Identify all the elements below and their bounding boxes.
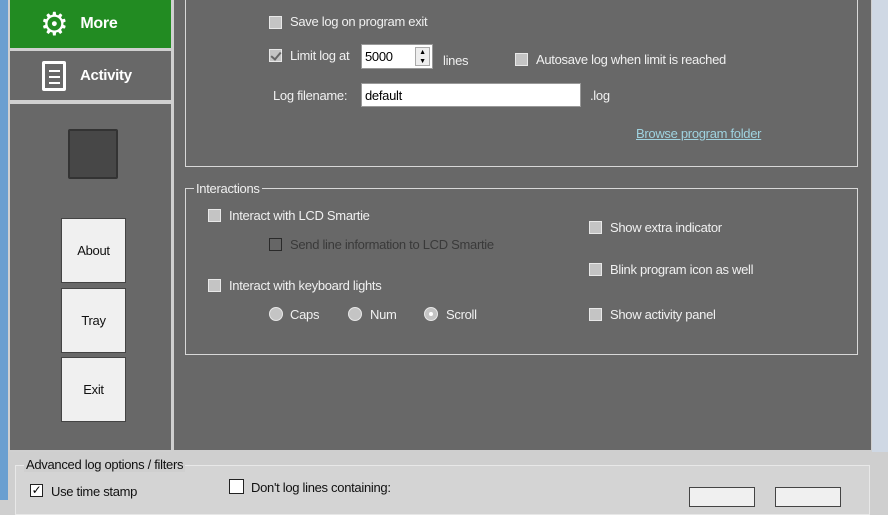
num-label: Num — [370, 307, 397, 322]
filter-button-2[interactable] — [775, 487, 841, 507]
window-right-edge — [872, 0, 888, 452]
advanced-title: Advanced log options / filters — [24, 457, 186, 472]
browse-folder-link[interactable]: Browse program folder — [636, 126, 762, 141]
blink-checkbox[interactable] — [589, 263, 602, 276]
scroll-radio[interactable] — [424, 307, 438, 321]
scroll-label: Scroll — [446, 307, 477, 322]
filter-button-1[interactable] — [689, 487, 755, 507]
about-button[interactable]: About — [61, 218, 126, 283]
filename-input[interactable] — [361, 83, 581, 107]
filename-label: Log filename: — [273, 88, 348, 103]
log-ext-label: .log — [590, 88, 610, 103]
caps-radio[interactable] — [269, 307, 283, 321]
document-icon — [42, 60, 66, 91]
dont-log-checkbox[interactable] — [229, 479, 244, 494]
activity-panel-label: Show activity panel — [610, 307, 716, 322]
more-tab[interactable]: ⚙ More — [10, 0, 171, 48]
limit-log-label: Limit log at — [290, 48, 350, 63]
save-on-exit-label: Save log on program exit — [290, 14, 428, 29]
extra-indicator-label: Show extra indicator — [610, 220, 722, 235]
num-radio[interactable] — [348, 307, 362, 321]
save-on-exit-checkbox[interactable] — [269, 16, 282, 29]
timestamp-label: Use time stamp — [51, 484, 138, 499]
send-line-checkbox[interactable] — [269, 238, 282, 251]
window-left-edge — [0, 0, 8, 500]
keyboard-label: Interact with keyboard lights — [229, 278, 382, 293]
status-indicator — [68, 129, 118, 179]
tray-button[interactable]: Tray — [61, 288, 126, 353]
activity-panel-checkbox[interactable] — [589, 308, 602, 321]
activity-tab[interactable]: Activity — [10, 51, 171, 100]
autosave-label: Autosave log when limit is reached — [536, 52, 726, 67]
limit-value: 5000 — [365, 49, 393, 64]
timestamp-checkbox[interactable]: ✓ — [30, 484, 43, 497]
autosave-checkbox[interactable] — [515, 53, 528, 66]
limit-log-checkbox[interactable] — [269, 49, 282, 62]
caps-label: Caps — [290, 307, 320, 322]
lcd-label: Interact with LCD Smartie — [229, 208, 370, 223]
lcd-checkbox[interactable] — [208, 209, 221, 222]
send-line-label: Send line information to LCD Smartie — [290, 237, 494, 252]
lines-label: lines — [443, 53, 469, 68]
interactions-title: Interactions — [194, 181, 262, 196]
exit-button[interactable]: Exit — [61, 357, 126, 422]
stepper-arrows-icon[interactable]: ▲ ▼ — [415, 47, 430, 66]
limit-stepper[interactable]: 5000 ▲ ▼ — [361, 44, 433, 69]
keyboard-checkbox[interactable] — [208, 279, 221, 292]
gear-icon: ⚙ — [40, 6, 69, 42]
extra-indicator-checkbox[interactable] — [589, 221, 602, 234]
blink-label: Blink program icon as well — [610, 262, 754, 277]
dont-log-label: Don't log lines containing: — [251, 480, 391, 495]
